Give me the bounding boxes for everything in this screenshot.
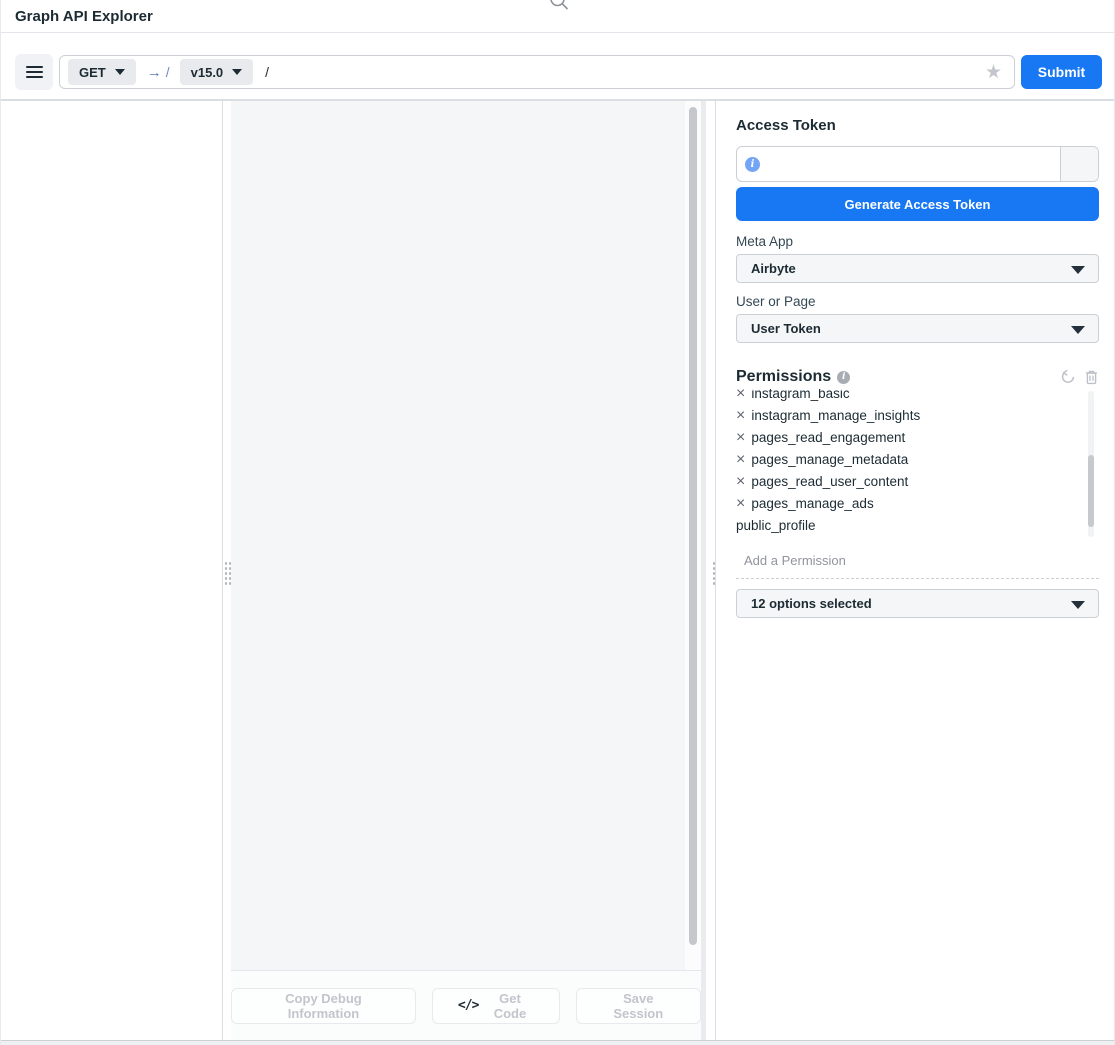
request-path-bar[interactable]: GET → / v15.0 / ★ xyxy=(59,55,1015,89)
star-icon[interactable]: ★ xyxy=(985,63,1004,82)
remove-permission-icon[interactable]: × xyxy=(736,430,745,446)
permission-label: instagram_basic xyxy=(751,389,849,405)
chevron-down-icon xyxy=(1071,326,1085,334)
generate-access-token-button[interactable]: Generate Access Token xyxy=(736,187,1099,221)
get-code-button[interactable]: </> Get Code xyxy=(432,988,560,1024)
remove-permission-icon[interactable]: × xyxy=(736,389,745,402)
response-panel: Copy Debug Information </> Get Code Save… xyxy=(231,101,706,1040)
permissions-list-items: × instagram_basic × instagram_manage_ins… xyxy=(736,389,1099,537)
info-icon[interactable]: i xyxy=(745,157,760,172)
chevron-down-icon xyxy=(232,69,242,75)
meta-app-select[interactable]: Airbyte xyxy=(736,254,1099,283)
remove-permission-icon[interactable]: × xyxy=(736,496,745,512)
permissions-heading: Permissions xyxy=(736,368,831,386)
chevron-down-icon xyxy=(115,69,125,75)
copy-debug-button[interactable]: Copy Debug Information xyxy=(231,988,416,1024)
chevron-down-icon xyxy=(1071,266,1085,274)
permission-item: × pages_manage_ads xyxy=(736,493,1099,515)
permission-label: pages_manage_ads xyxy=(751,493,873,515)
path-input[interactable]: / xyxy=(265,64,985,80)
permission-label: instagram_manage_insights xyxy=(751,405,920,427)
remove-permission-icon[interactable]: × xyxy=(736,408,745,424)
user-or-page-label: User or Page xyxy=(736,294,1099,311)
undo-icon[interactable] xyxy=(1060,369,1076,385)
method-label: GET xyxy=(79,65,106,80)
trash-icon[interactable] xyxy=(1084,369,1099,385)
search-icon[interactable] xyxy=(547,0,571,13)
root-slash: / xyxy=(166,64,170,80)
submit-button[interactable]: Submit xyxy=(1021,55,1102,89)
access-token-input[interactable] xyxy=(768,157,1052,172)
access-token-input-wrap: i xyxy=(737,147,1060,181)
permission-label: public_profile xyxy=(736,515,816,537)
version-dropdown[interactable]: v15.0 xyxy=(180,59,254,85)
left-sidebar xyxy=(1,101,223,1040)
remove-permission-icon[interactable]: × xyxy=(736,474,745,490)
meta-app-value: Airbyte xyxy=(751,261,796,276)
get-code-label: Get Code xyxy=(486,991,533,1021)
permission-item: × pages_read_engagement xyxy=(736,427,1099,449)
meta-app-label: Meta App xyxy=(736,234,1099,251)
version-label: v15.0 xyxy=(191,65,224,80)
panel-edge xyxy=(701,101,706,1040)
response-scrollbar-thumb[interactable] xyxy=(689,107,697,945)
permission-item: × instagram_basic xyxy=(736,389,1099,405)
copy-token-button[interactable] xyxy=(1060,147,1098,181)
code-icon: </> xyxy=(458,998,478,1013)
session-footer: Copy Debug Information </> Get Code Save… xyxy=(231,970,701,1040)
permission-label: pages_read_user_content xyxy=(751,471,908,493)
access-token-heading: Access Token xyxy=(736,117,1099,135)
workspace: Copy Debug Information </> Get Code Save… xyxy=(1,100,1114,1040)
add-permission-row xyxy=(736,553,1099,579)
bottom-edge xyxy=(1,1040,1114,1045)
chevron-down-icon xyxy=(1071,601,1085,609)
permission-label: pages_manage_metadata xyxy=(751,449,908,471)
page-title: Graph API Explorer xyxy=(15,8,153,25)
access-token-field-group: i xyxy=(736,146,1099,182)
permission-label: pages_read_engagement xyxy=(751,427,905,449)
permissions-header: Permissions i xyxy=(736,367,1099,387)
permissions-options-select[interactable]: 12 options selected xyxy=(736,589,1099,618)
left-splitter-handle[interactable] xyxy=(224,561,231,587)
info-icon[interactable]: i xyxy=(837,371,850,384)
options-selected-summary: 12 options selected xyxy=(751,596,872,611)
response-body xyxy=(231,101,701,971)
arrow-right-icon: → xyxy=(147,64,162,81)
menu-icon[interactable] xyxy=(15,54,53,90)
permissions-scrollbar-thumb[interactable] xyxy=(1088,455,1094,527)
user-or-page-value: User Token xyxy=(751,321,821,336)
graph-api-explorer-window: Graph API Explorer GET → / v15.0 / ★ Sub… xyxy=(0,0,1115,1045)
add-permission-input[interactable] xyxy=(736,553,1099,568)
remove-permission-icon[interactable]: × xyxy=(736,452,745,468)
permission-item: × instagram_manage_insights xyxy=(736,405,1099,427)
access-token-panel: Access Token i Generate Access Token Met… xyxy=(716,101,1114,1040)
permission-item: × pages_manage_metadata xyxy=(736,449,1099,471)
app-header: Graph API Explorer xyxy=(1,0,1114,33)
permissions-list: × instagram_basic × instagram_manage_ins… xyxy=(736,389,1099,539)
request-toolbar: GET → / v15.0 / ★ Submit xyxy=(1,34,1114,100)
permission-item: × pages_read_user_content xyxy=(736,471,1099,493)
method-dropdown[interactable]: GET xyxy=(68,59,136,85)
save-session-button[interactable]: Save Session xyxy=(576,988,701,1024)
permission-item: public_profile xyxy=(736,515,1099,537)
user-or-page-select[interactable]: User Token xyxy=(736,314,1099,343)
